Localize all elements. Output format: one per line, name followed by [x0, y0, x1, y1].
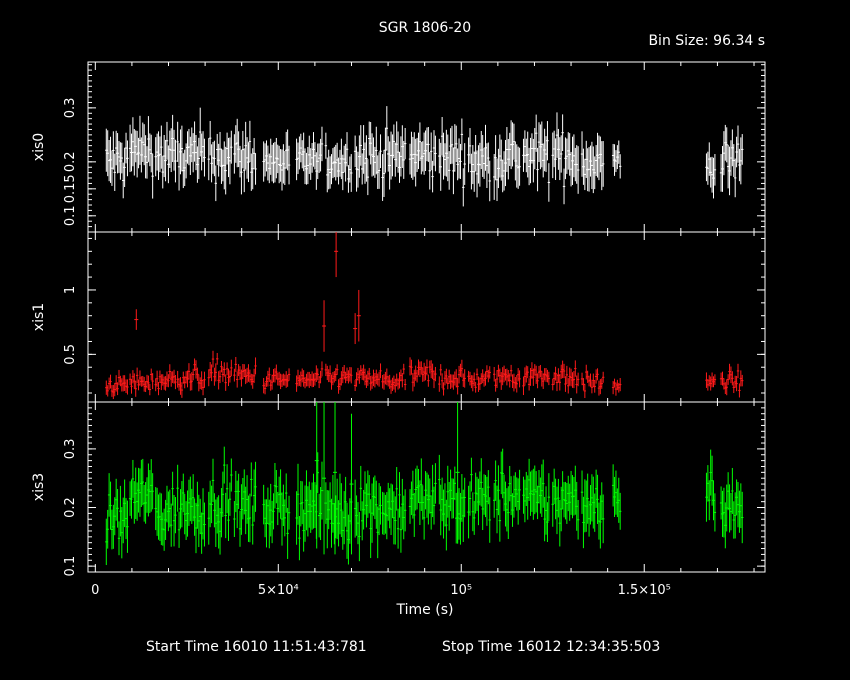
chart-title: SGR 1806-20	[379, 20, 471, 36]
x-tick-label: 0	[91, 583, 99, 598]
panel-xis1: 0.5 1 xis1	[31, 231, 766, 403]
y-tick-label: 0.2	[63, 151, 78, 172]
y-tick-label: 0.1	[63, 205, 78, 226]
y-axis-label-xis1: xis1	[31, 303, 47, 331]
panel-xis3: 0.1 0.2 0.3 xis3	[31, 401, 766, 577]
y-axis-label-xis0: xis0	[31, 133, 47, 161]
footer-stop-time: Stop Time 16012 12:34:35:503	[442, 639, 660, 655]
x-axis-label: Time (s)	[396, 602, 454, 618]
y-tick-label: 0.1	[63, 556, 78, 577]
series-xis0	[105, 106, 744, 207]
y-tick-label: 0.3	[63, 439, 78, 460]
x-axis-tick-labels: 0 5×10⁴ 10⁵ 1.5×10⁵	[91, 583, 671, 598]
x-tick-label: 1.5×10⁵	[618, 583, 671, 598]
x-tick-label: 5×10⁴	[258, 583, 299, 598]
bin-size-label: Bin Size: 96.34 s	[648, 33, 765, 49]
panels: 0.1 0.15 0.2 0.3 xis0 0.5 1 xis1 0.1 0.2 0.3 xis3	[31, 61, 766, 577]
footer-start-time: Start Time 16010 11:51:43:781	[146, 639, 367, 655]
panel-xis0: 0.1 0.15 0.2 0.3 xis0	[31, 61, 766, 233]
x-tick-label: 10⁵	[450, 583, 472, 598]
y-axis-label-xis3: xis3	[31, 473, 47, 501]
panel-frame	[87, 231, 766, 403]
y-tick-label: 0.2	[63, 497, 78, 518]
series-xis1	[105, 232, 744, 400]
series-xis3	[105, 402, 744, 566]
y-tick-label: 0.15	[63, 174, 78, 203]
y-tick-label: 1	[63, 286, 78, 294]
y-tick-label: 0.3	[63, 98, 78, 119]
light-curve-figure: SGR 1806-20 Bin Size: 96.34 s 0.1 0.15 0.2…	[31, 20, 766, 655]
y-tick-label: 0.5	[63, 344, 78, 365]
